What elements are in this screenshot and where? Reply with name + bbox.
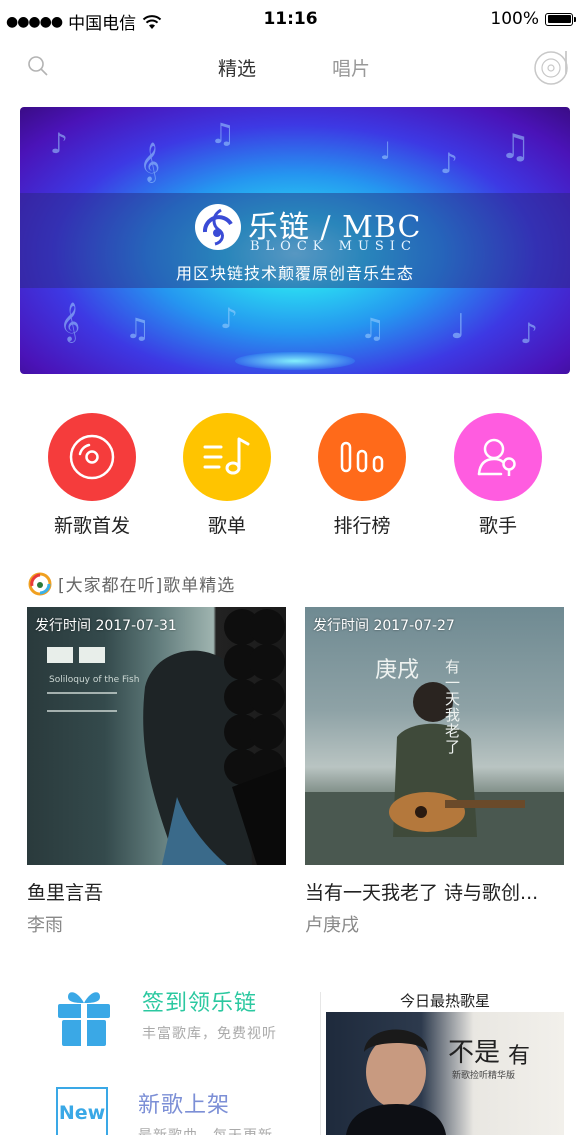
search-icon[interactable]	[26, 54, 50, 78]
cover-caption: 有	[508, 1044, 531, 1069]
divider	[320, 992, 321, 1135]
banner-subtitle: BLOCK MUSIC	[250, 239, 417, 254]
new-badge-icon: New	[56, 1087, 108, 1135]
playlist-cover: 庚戌 有一天我老了 发行时间 2017-07-27	[305, 607, 564, 865]
quick-menu-label: 新歌首发	[53, 515, 130, 537]
playlist-icon	[183, 413, 271, 501]
banner-glow	[235, 352, 355, 370]
cover-artwork	[47, 609, 286, 865]
chart-bars-icon	[318, 413, 406, 501]
promo-subtitle: 丰富歌库，免费视听	[142, 1026, 277, 1042]
playlist-card[interactable]: 庚戌 有一天我老了 发行时间 2017-07-27 当有一天我老了 诗与歌创..…	[305, 607, 564, 937]
music-note-decoration: ♫	[210, 117, 236, 150]
hot-star-title: 今日最热歌星	[399, 992, 490, 1010]
gift-icon	[58, 992, 110, 1046]
top-nav: 精选 唱片	[0, 40, 581, 94]
now-playing-disc-icon[interactable]	[533, 48, 571, 86]
new-badge-label: New	[58, 1102, 106, 1124]
playlist-artist: 卢庚戌	[305, 915, 359, 936]
music-note-decoration: ♫	[360, 312, 386, 345]
disc-icon	[48, 413, 136, 501]
promo-checkin[interactable]: 签到领乐链 丰富歌库，免费视听	[56, 985, 277, 1047]
playlist-card[interactable]: Soliloquy of the Fish 发行时间 2017-07-31 鱼里…	[27, 607, 286, 937]
music-note-decoration: ♪	[520, 317, 538, 350]
battery-percentage: 100%	[490, 9, 539, 29]
music-note-decoration: ♫	[500, 127, 531, 167]
quick-menu-label: 排行榜	[333, 515, 391, 537]
section-header: [大家都在听]歌单精选	[28, 571, 235, 596]
quick-menu-label: 歌单	[207, 515, 246, 537]
music-note-decoration: 𝄞	[60, 302, 81, 342]
promo-title: 签到领乐链	[142, 991, 258, 1016]
cover-artwork	[305, 682, 564, 865]
music-note-decoration: ♩	[380, 137, 392, 165]
cover-caption: 新歌捡听精华版	[452, 1071, 516, 1081]
release-date: 发行时间 2017-07-31	[35, 618, 177, 634]
release-date: 发行时间 2017-07-27	[313, 618, 455, 634]
promo-banner[interactable]: ♪ 𝄞 ♫ ♩ ♪ ♫ 𝄞 ♫ ♪ ♫ ♩ ♪ 乐链 / MBC BLOCK M…	[20, 107, 570, 374]
promo-subtitle: 最新歌曲，每天更新	[138, 1125, 273, 1135]
quick-menu-new-songs[interactable]: 新歌首发	[48, 413, 136, 538]
quick-menu-label: 歌手	[478, 515, 517, 537]
cover-caption: 庚戌	[375, 658, 420, 683]
promo-new-songs[interactable]: New 新歌上架 最新歌曲，每天更新	[56, 1087, 273, 1135]
cover-artwork	[346, 1029, 446, 1135]
music-note-decoration: 𝄞	[140, 142, 161, 182]
status-bar: ●●●●● 中国电信 11:16 100%	[0, 0, 581, 40]
music-note-decoration: ♪	[220, 302, 238, 335]
singer-icon	[454, 413, 542, 501]
playlist-cover: Soliloquy of the Fish 发行时间 2017-07-31	[27, 607, 286, 865]
cover-caption: 有一天我老了	[445, 658, 461, 756]
section-title: [大家都在听]歌单精选	[58, 576, 236, 596]
music-note-decoration: ♫	[125, 312, 151, 345]
cover-caption: Soliloquy of the Fish	[49, 675, 140, 685]
playlist-artist: 李雨	[27, 915, 63, 936]
tab-featured[interactable]: 精选	[218, 54, 256, 81]
music-note-decoration: ♪	[50, 127, 68, 160]
tab-records[interactable]: 唱片	[332, 54, 370, 81]
music-note-decoration: ♩	[450, 307, 467, 347]
lelian-logo-icon	[195, 204, 241, 250]
quick-menu-playlists[interactable]: 歌单	[183, 413, 271, 538]
battery-icon	[545, 12, 576, 26]
banner-slogan: 用区块链技术颠覆原创音乐生态	[175, 264, 414, 283]
playlist-title: 当有一天我老了 诗与歌创...	[305, 882, 539, 904]
quick-menu-singers[interactable]: 歌手	[454, 413, 542, 538]
cover-caption: 不是	[448, 1038, 501, 1068]
playlist-title: 鱼里言吾	[27, 882, 104, 904]
promo-title: 新歌上架	[138, 1093, 231, 1118]
hot-star-cover[interactable]: 不是 有 新歌捡听精华版	[326, 1012, 564, 1135]
music-note-decoration: ♪	[440, 147, 458, 180]
lelian-small-logo-icon	[28, 572, 52, 595]
quick-menu-charts[interactable]: 排行榜	[318, 413, 406, 538]
